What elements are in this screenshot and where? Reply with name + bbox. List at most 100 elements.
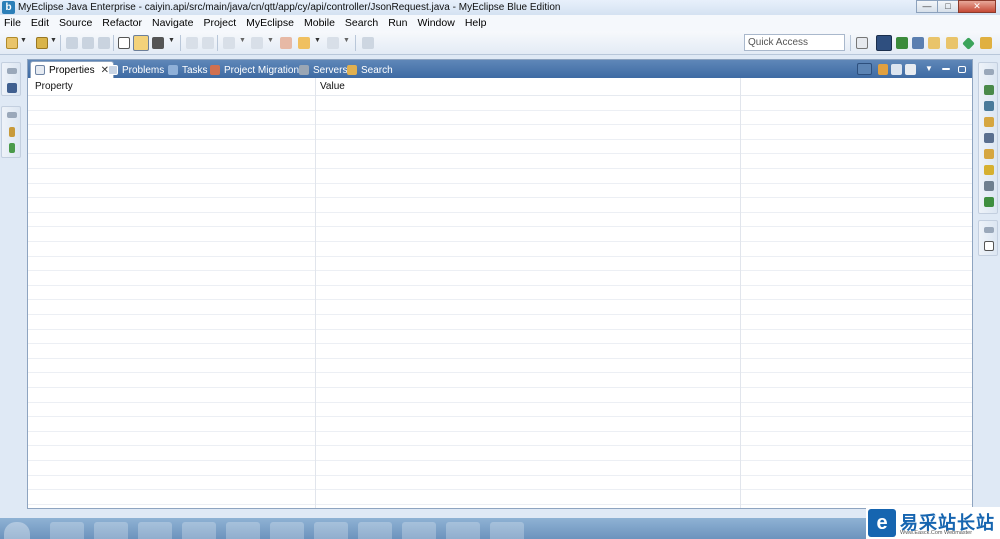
taskbar-item[interactable] — [138, 522, 172, 539]
next-annotation-icon[interactable] — [186, 37, 198, 49]
toggle-mark-icon[interactable] — [133, 35, 149, 51]
table-row — [28, 125, 972, 140]
status-bar — [0, 510, 1000, 518]
restore-icon[interactable] — [7, 112, 17, 118]
taskbar-item[interactable] — [402, 522, 436, 539]
open-perspective-icon[interactable] — [856, 37, 868, 49]
new-dropdown-icon[interactable]: ▼ — [20, 37, 27, 49]
back-arrow-icon[interactable] — [298, 37, 310, 49]
menu-edit[interactable]: Edit — [31, 17, 49, 29]
image-preview-icon[interactable] — [984, 101, 994, 111]
taskbar-item[interactable] — [358, 522, 392, 539]
console-icon[interactable] — [984, 181, 994, 191]
open-folder-icon[interactable] — [36, 37, 48, 49]
restore-default-icon[interactable] — [905, 63, 916, 75]
menu-myeclipse[interactable]: MyEclipse — [246, 17, 294, 29]
open-dropdown-icon[interactable]: ▼ — [50, 37, 57, 49]
snippets-icon[interactable] — [984, 85, 994, 95]
quick-access-input[interactable]: Quick Access — [744, 34, 845, 51]
outline-icon[interactable] — [9, 127, 15, 137]
table-row — [28, 286, 972, 301]
previous-edit-dropdown-icon[interactable]: ▼ — [267, 37, 274, 49]
menu-window[interactable]: Window — [417, 17, 454, 29]
left-minimized-stack-2 — [1, 106, 21, 158]
hierarchy-icon[interactable] — [9, 143, 15, 153]
junit-icon[interactable] — [984, 133, 994, 143]
tab-servers-label: Servers — [313, 64, 348, 76]
menu-help[interactable]: Help — [465, 17, 487, 29]
new-icon[interactable] — [6, 37, 18, 49]
taskbar-item[interactable] — [94, 522, 128, 539]
forward-arrow-icon[interactable] — [327, 37, 339, 49]
taskbar-item[interactable] — [446, 522, 480, 539]
web-perspective-icon[interactable] — [962, 37, 975, 50]
terminal-icon[interactable] — [118, 37, 130, 49]
table-row — [28, 227, 972, 242]
taskbar-item[interactable] — [50, 522, 84, 539]
debug-perspective-icon[interactable] — [896, 37, 908, 49]
menu-project[interactable]: Project — [203, 17, 236, 29]
editor-area-icon[interactable] — [984, 241, 994, 251]
taskbar-item[interactable] — [226, 522, 260, 539]
resource-perspective-icon[interactable] — [928, 37, 940, 49]
start-button[interactable] — [4, 522, 30, 539]
menu-file[interactable]: File — [4, 17, 21, 29]
print-icon[interactable] — [98, 37, 110, 49]
next-edit-icon[interactable] — [223, 37, 235, 49]
show-advanced-icon[interactable] — [891, 63, 902, 75]
taskbar-item[interactable] — [490, 522, 524, 539]
maximize-view-icon[interactable] — [958, 65, 966, 73]
table-row — [28, 184, 972, 199]
pin-view-icon[interactable] — [878, 63, 888, 75]
team-perspective-icon[interactable] — [912, 37, 924, 49]
tab-properties[interactable]: Properties ✕ — [30, 61, 114, 78]
forward-dropdown-icon[interactable]: ▼ — [343, 37, 350, 49]
menu-search[interactable]: Search — [345, 17, 378, 29]
menu-run[interactable]: Run — [388, 17, 407, 29]
save-icon[interactable] — [66, 37, 78, 49]
palette-icon[interactable] — [984, 117, 994, 127]
declaration-icon[interactable] — [984, 165, 994, 175]
table-row — [28, 373, 972, 388]
show-categories-icon[interactable] — [857, 63, 872, 75]
view-menu-icon[interactable]: ▼ — [924, 64, 934, 75]
build-hammer-icon[interactable] — [152, 37, 164, 49]
column-header-property[interactable]: Property — [35, 81, 73, 92]
javadoc-icon[interactable] — [984, 149, 994, 159]
tab-servers[interactable]: Servers — [299, 62, 347, 78]
previous-annotation-icon[interactable] — [202, 37, 214, 49]
close-button[interactable]: ✕ — [958, 0, 996, 13]
tab-problems[interactable]: Problems — [108, 62, 164, 78]
build-dropdown-icon[interactable]: ▼ — [168, 37, 175, 49]
save-all-icon[interactable] — [82, 37, 94, 49]
report-perspective-icon[interactable] — [980, 37, 992, 49]
menu-refactor[interactable]: Refactor — [102, 17, 142, 29]
package-explorer-icon[interactable] — [7, 83, 17, 93]
pin-editor-icon[interactable] — [362, 37, 374, 49]
taskbar-item[interactable] — [314, 522, 348, 539]
taskbar-item[interactable] — [270, 522, 304, 539]
restore-icon[interactable] — [984, 227, 994, 233]
menu-source[interactable]: Source — [59, 17, 92, 29]
taskbar-item[interactable] — [182, 522, 216, 539]
previous-edit-icon[interactable] — [251, 37, 263, 49]
maximize-button[interactable]: □ — [937, 0, 959, 13]
database-perspective-icon[interactable] — [946, 37, 958, 49]
column-header-value[interactable]: Value — [320, 81, 345, 92]
last-edit-location-icon[interactable] — [280, 37, 292, 49]
servers-icon — [299, 65, 309, 75]
restore-icon[interactable] — [7, 68, 17, 74]
menu-navigate[interactable]: Navigate — [152, 17, 193, 29]
tab-search[interactable]: Search — [347, 62, 393, 78]
java-ee-perspective-icon[interactable] — [876, 35, 892, 51]
back-dropdown-icon[interactable]: ▼ — [314, 37, 321, 49]
tab-project-migration[interactable]: Project Migration — [210, 62, 299, 78]
progress-icon[interactable] — [984, 197, 994, 207]
tab-tasks[interactable]: Tasks — [168, 62, 208, 78]
minimize-view-icon[interactable] — [942, 68, 950, 70]
menu-mobile[interactable]: Mobile — [304, 17, 335, 29]
myeclipse-app-icon: b — [2, 1, 15, 14]
minimize-button[interactable]: — — [916, 0, 938, 13]
next-edit-dropdown-icon[interactable]: ▼ — [239, 37, 246, 49]
restore-icon[interactable] — [984, 69, 994, 75]
